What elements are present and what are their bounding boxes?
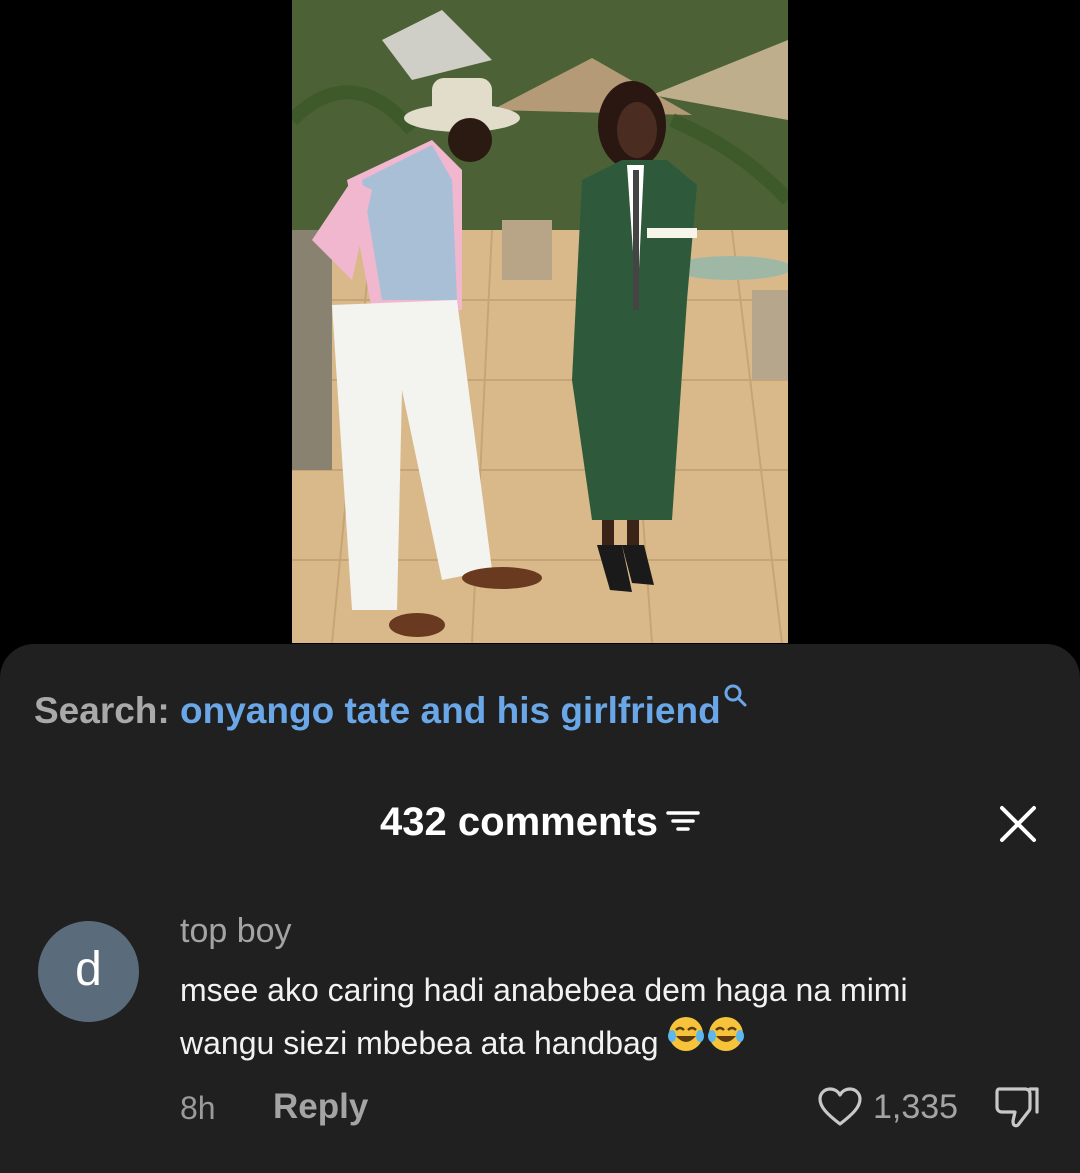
reply-button[interactable]: Reply (273, 1087, 368, 1127)
like-button[interactable]: 1,335 (817, 1082, 958, 1132)
comment-timestamp: 8h (180, 1090, 216, 1126)
thumbs-down-icon (995, 1087, 1039, 1128)
search-suggestion[interactable]: Search: onyango tate and his girlfriend (34, 684, 749, 732)
video-frame[interactable] (292, 0, 788, 643)
comment-text-line1: msee ako caring hadi anabebea dem haga n… (180, 972, 908, 1008)
laughing-crying-emoji-icon (667, 1015, 747, 1069)
comments-sheet: Search: onyango tate and his girlfriend … (0, 644, 1080, 1173)
video-player[interactable] (0, 0, 1080, 660)
filter-icon[interactable] (666, 799, 700, 844)
search-query-link[interactable]: onyango tate and his girlfriend (180, 690, 721, 731)
comment-text-line2: wangu siezi mbebea ata handbag (180, 1025, 659, 1061)
heart-outline-icon (818, 1087, 862, 1126)
like-count: 1,335 (873, 1087, 959, 1126)
comments-header: 432 comments (0, 800, 1080, 847)
comments-count-title: 432 comments (380, 800, 658, 844)
search-icon[interactable] (723, 676, 749, 718)
close-icon (1000, 806, 1036, 842)
dislike-button[interactable] (993, 1084, 1041, 1135)
search-prefix-label: Search: (34, 690, 170, 731)
comment-username[interactable]: top boy (180, 912, 292, 951)
comment-text: msee ako caring hadi anabebea dem haga n… (180, 964, 1000, 1073)
close-button[interactable] (996, 802, 1040, 846)
avatar[interactable]: d (38, 921, 139, 1022)
